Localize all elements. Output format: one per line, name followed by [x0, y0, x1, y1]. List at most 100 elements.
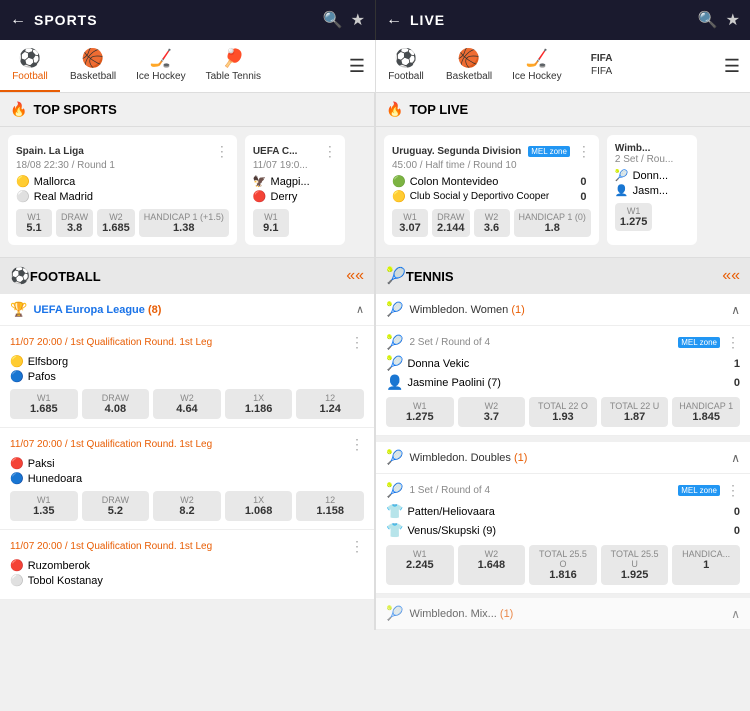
- live-tabs-menu[interactable]: ☰: [714, 56, 750, 77]
- odd-handicap-doubles[interactable]: HANDICA... 1: [672, 545, 740, 585]
- donna-player-icon: 🎾: [386, 355, 403, 372]
- club-social-icon: 🟡: [392, 190, 406, 203]
- tab-sports-basketball[interactable]: 🏀 Basketball: [60, 40, 126, 92]
- wimbledon-mixed-icon: 🎾: [386, 605, 403, 622]
- odd-12[interactable]: 12 1.158: [296, 491, 364, 521]
- tab-live-fifa[interactable]: FIFA FIFA: [572, 45, 632, 87]
- odd-box-w1[interactable]: W1 1.275: [615, 203, 653, 231]
- wimbledon-mixed-chevron[interactable]: ∧: [731, 607, 740, 621]
- odd-box[interactable]: W1 3.07: [392, 209, 428, 237]
- top-sports-card1-dots[interactable]: ⋮: [215, 143, 229, 160]
- odd-total255o[interactable]: TOTAL 25.5 O 1.816: [529, 545, 597, 585]
- odd-draw[interactable]: DRAW 4.08: [82, 389, 150, 419]
- live-team-patten: 👕 Patten/Heliovaara 0: [386, 503, 740, 520]
- paksi-icon: 🔴: [10, 457, 24, 470]
- odd-w2[interactable]: W2 1.648: [458, 545, 526, 585]
- sports-tabs-menu[interactable]: ☰: [339, 56, 375, 77]
- sports-search-icon[interactable]: 🔍: [323, 10, 343, 30]
- elfsborg-icon: 🟡: [10, 355, 24, 368]
- match-dots-paksi[interactable]: ⋮: [350, 436, 364, 453]
- wimbledon-doubles-header: 🎾 Wimbledon. Doubles (1) ∧: [376, 442, 750, 474]
- wimbledon-women-icon: 🎾: [386, 301, 403, 318]
- sport-tabs-row: ⚽ Football 🏀 Basketball 🏒 Ice Hockey 🏓 T…: [0, 40, 750, 93]
- match-row-paksi: 11/07 20:00 / 1st Qualification Round. 1…: [0, 428, 374, 530]
- odd-draw[interactable]: DRAW 5.2: [82, 491, 150, 521]
- patten-icon: 👕: [386, 503, 403, 520]
- top-live-card1-dots[interactable]: ⋮: [577, 143, 591, 160]
- live-bar-title: LIVE: [410, 12, 690, 28]
- magpie-icon: 🦅: [253, 175, 267, 188]
- top-sports-header: 🔥 TOP SPORTS: [0, 93, 374, 127]
- live-back-arrow[interactable]: ←: [386, 11, 402, 29]
- tab-sports-tabletennis[interactable]: 🏓 Table Tennis: [196, 40, 271, 92]
- wimbledon-doubles-chevron[interactable]: ∧: [731, 451, 740, 465]
- odd-box[interactable]: W2 1.685: [97, 209, 135, 237]
- match-dots-ruzomberok[interactable]: ⋮: [350, 538, 364, 555]
- tennis-collapse-icon[interactable]: ««: [722, 267, 740, 285]
- live-team-jasmine: 👤 Jasmine Paolini (7) 0: [386, 374, 740, 391]
- team-row-ruzomberok: 🔴 Ruzomberok: [10, 559, 364, 572]
- top-sports-title: TOP SPORTS: [33, 102, 116, 117]
- wimbledon-mixed-header: 🎾 Wimbledon. Mix... (1) ∧: [376, 598, 750, 630]
- derry-icon: 🔴: [253, 190, 267, 203]
- odd-1x[interactable]: 1X 1.068: [225, 491, 293, 521]
- tab-live-basketball[interactable]: 🏀 Basketball: [436, 40, 502, 92]
- top-sports-card-1: Spain. La Liga ⋮ 18/08 22:30 / Round 1 🟡…: [8, 135, 237, 245]
- match-dots-elfsborg[interactable]: ⋮: [350, 334, 364, 351]
- top-sports-card2-team2: 🔴 Derry: [253, 190, 337, 203]
- match-time-elfsborg: 11/07 20:00 / 1st Qualification Round. 1…: [10, 337, 350, 348]
- odd-w1[interactable]: W1 2.245: [386, 545, 454, 585]
- football-collapse-icon[interactable]: ««: [346, 267, 364, 285]
- league-chevron-uefa[interactable]: ∧: [356, 303, 364, 316]
- tennis-ball-icon: 🎾: [386, 266, 406, 286]
- ruzomberok-icon: 🔴: [10, 559, 24, 572]
- odd-w2[interactable]: W2 8.2: [153, 491, 221, 521]
- odd-1x[interactable]: 1X 1.186: [225, 389, 293, 419]
- odd-w1[interactable]: W1 1.35: [10, 491, 78, 521]
- wimbledon-women-header: 🎾 Wimbledon. Women (1) ∧: [376, 294, 750, 326]
- top-sports-card2-time: 11/07 19:0...: [253, 160, 337, 171]
- sports-bar: ← SPORTS 🔍 ★: [0, 0, 375, 40]
- tab-sports-football[interactable]: ⚽ Football: [0, 40, 60, 92]
- match-row-elfsborg: 11/07 20:00 / 1st Qualification Round. 1…: [0, 326, 374, 428]
- live-match-donna-dots[interactable]: ⋮: [726, 334, 740, 351]
- odd-handicap1[interactable]: HANDICAP 1 1.845: [672, 397, 740, 427]
- match-teams-elfsborg: 🟡 Elfsborg 🔵 Pafos: [10, 355, 364, 383]
- hunedoara-icon: 🔵: [10, 472, 24, 485]
- odd-w2[interactable]: W2 3.7: [458, 397, 526, 427]
- top-live-card-1: Uruguay. Segunda Division MEL zone ⋮ 45:…: [384, 135, 599, 245]
- mel-zone-badge: MEL zone: [528, 146, 570, 157]
- match-row-ruzomberok: 11/07 20:00 / 1st Qualification Round. 1…: [0, 530, 374, 600]
- top-sports-card2-dots[interactable]: ⋮: [323, 143, 337, 160]
- tab-live-football[interactable]: ⚽ Football: [376, 40, 436, 92]
- tab-live-basketball-label: Basketball: [446, 71, 492, 82]
- sports-back-arrow[interactable]: ←: [10, 11, 26, 29]
- odd-total22u[interactable]: TOTAL 22 U 1.87: [601, 397, 669, 427]
- odd-12[interactable]: 12 1.24: [296, 389, 364, 419]
- odd-box[interactable]: W2 3.6: [474, 209, 510, 237]
- odd-box[interactable]: DRAW 3.8: [56, 209, 93, 237]
- live-search-icon[interactable]: 🔍: [698, 10, 718, 30]
- odd-box[interactable]: DRAW 2.144: [432, 209, 470, 237]
- odd-w2[interactable]: W2 4.64: [153, 389, 221, 419]
- tab-sports-football-label: Football: [12, 71, 48, 82]
- odd-box-handicap[interactable]: HANDICAP 1 (+1.5) 1.38: [139, 209, 229, 237]
- team-row-paksi: 🔴 Paksi: [10, 457, 364, 470]
- odd-w1[interactable]: W1 1.685: [10, 389, 78, 419]
- tab-sports-icehockey[interactable]: 🏒 Ice Hockey: [126, 40, 195, 92]
- league-row-uefa[interactable]: 🏆 UEFA Europa League (8) ∧: [0, 294, 374, 326]
- odd-box[interactable]: W1 5.1: [16, 209, 52, 237]
- odd-total255u[interactable]: TOTAL 25.5 U 1.925: [601, 545, 669, 585]
- wimbledon-women-chevron[interactable]: ∧: [731, 303, 740, 317]
- live-star-icon[interactable]: ★: [726, 10, 740, 30]
- tab-live-icehockey[interactable]: 🏒 Ice Hockey: [502, 40, 571, 92]
- odd-box-handicap[interactable]: HANDICAP 1 (0) 1.8: [514, 209, 591, 237]
- odd-box-w1[interactable]: W1 9.1: [253, 209, 289, 237]
- sports-star-icon[interactable]: ★: [351, 10, 365, 30]
- top-sports-card1-time: 18/08 22:30 / Round 1: [16, 160, 229, 171]
- sports-bar-title: SPORTS: [34, 12, 315, 28]
- live-match-patten-dots[interactable]: ⋮: [726, 482, 740, 499]
- top-sports-cards: Spain. La Liga ⋮ 18/08 22:30 / Round 1 🟡…: [0, 127, 374, 253]
- odd-w1[interactable]: W1 1.275: [386, 397, 454, 427]
- odd-total22o[interactable]: TOTAL 22 O 1.93: [529, 397, 597, 427]
